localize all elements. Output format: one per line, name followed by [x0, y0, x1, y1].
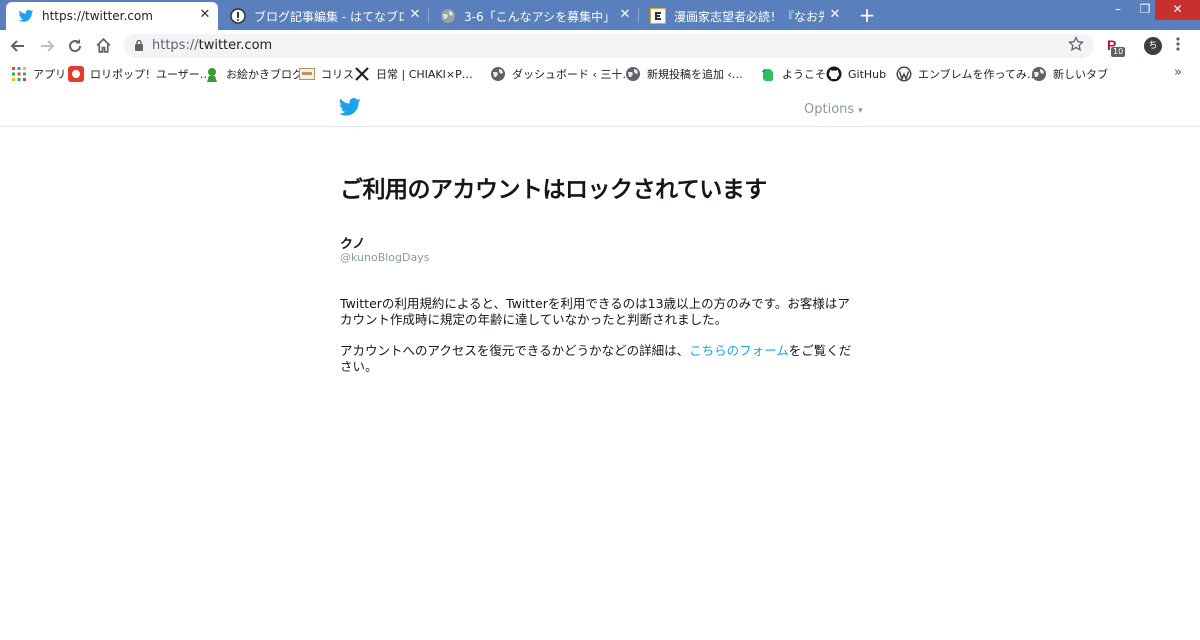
bookmark-label: ようこそ — [782, 68, 826, 81]
hatena-blog-icon — [230, 8, 246, 24]
crossed-tools-icon — [355, 67, 369, 81]
account-display-name: クノ — [340, 237, 366, 252]
tab-hatena-blog[interactable]: ブログ記事編集 - はてなブログ ✕ — [218, 2, 428, 30]
options-label: Options — [804, 102, 855, 117]
bookmark-new-tab[interactable]: 新しいタブ — [1031, 66, 1108, 82]
home-icon[interactable] — [95, 37, 112, 54]
globe-icon — [1032, 67, 1046, 81]
bookmark-github[interactable]: GitHub — [826, 66, 886, 82]
bookmark-label: 新規投稿を追加 ‹… — [647, 68, 743, 81]
twitter-bird-icon — [18, 9, 34, 22]
recovery-text-before: アカウントへのアクセスを復元できるかどうかなどの詳細は、 — [340, 343, 690, 358]
bookmarks-overflow-button[interactable]: » — [1174, 65, 1182, 80]
caret-down-icon: ▾ — [858, 106, 863, 116]
forward-arrow-icon[interactable] — [39, 38, 55, 54]
e-letter-icon — [650, 8, 666, 24]
tab-manga-article[interactable]: 漫画家志望者必読！『なお先生は ✕ — [638, 2, 848, 30]
tab-close-icon[interactable]: ✕ — [408, 8, 422, 22]
tab-close-icon[interactable]: ✕ — [618, 8, 632, 22]
pinterest-extension-button[interactable]: P 10 — [1104, 36, 1126, 58]
apps-grid-icon — [12, 67, 26, 81]
reload-icon[interactable] — [67, 38, 83, 54]
bookmark-oekaki-blog[interactable]: お絵かきブログ — [204, 66, 303, 82]
url-scheme: https:// — [152, 38, 199, 53]
bookmark-evernote[interactable]: ようこそ — [760, 66, 826, 82]
bookmark-label: コリス — [321, 68, 354, 81]
explanation-paragraph: Twitterの利用規約によると、Twitterを利用できるのは13歳以上の方の… — [340, 296, 850, 327]
tab-close-icon[interactable]: ✕ — [198, 8, 212, 22]
extension-badge: 10 — [1111, 47, 1126, 57]
more-menu-icon[interactable] — [1175, 35, 1181, 53]
bookmark-apps[interactable]: アプリ — [11, 66, 66, 82]
page-title: ご利用のアカウントはロックされています — [340, 177, 767, 203]
github-icon — [826, 66, 842, 82]
tab-ashinari[interactable]: 3-6「こんなアシを募集中」あしなり ✕ — [428, 2, 638, 30]
bookmark-label: ロリポップ！ユーザー… — [90, 68, 211, 81]
page-header — [0, 90, 1200, 127]
bookmark-label: GitHub — [848, 67, 887, 81]
bookmark-new-post[interactable]: 新規投稿を追加 ‹… — [625, 66, 743, 82]
bookmark-label: お絵かきブログ — [226, 68, 303, 81]
bookmark-emblem[interactable]: エンブレムを作ってみ… — [896, 66, 1038, 82]
tab-twitter[interactable]: https://twitter.com ✕ — [6, 2, 218, 30]
bookmark-label: エンブレムを作ってみ… — [918, 68, 1038, 81]
account-handle: @kunoBlogDays — [340, 251, 430, 264]
wordpress-icon — [896, 66, 912, 82]
twitter-bird-icon[interactable] — [339, 98, 361, 116]
bookmark-label: 新しいタブ — [1053, 68, 1108, 81]
tab-title: 漫画家志望者必読！『なお先生は — [674, 9, 824, 24]
minimize-button[interactable]: – — [1103, 0, 1133, 20]
tab-title: 3-6「こんなアシを募集中」あしなり — [464, 9, 614, 24]
recovery-form-link[interactable]: こちらのフォーム — [689, 343, 789, 358]
bookmark-star-icon[interactable] — [1068, 36, 1084, 52]
recovery-paragraph: アカウントへのアクセスを復元できるかどうかなどの詳細は、こちらのフォームをご覧く… — [340, 343, 860, 375]
window-close-button[interactable]: ✕ — [1155, 0, 1200, 20]
tab-close-icon[interactable]: ✕ — [828, 8, 842, 22]
bookmark-coliss[interactable]: コリス — [299, 66, 354, 82]
tab-title: ブログ記事編集 - はてなブログ — [254, 9, 404, 24]
globe-icon — [626, 67, 640, 81]
bookmark-lolipop[interactable]: ロリポップ！ユーザー… — [68, 66, 211, 82]
url-host: twitter.com — [198, 38, 273, 53]
globe-icon — [441, 9, 455, 23]
bookmark-dashboard[interactable]: ダッシュボード ‹ 三十… — [490, 66, 633, 82]
bookmark-label: ダッシュボード ‹ 三十… — [512, 68, 634, 81]
profile-avatar[interactable]: ち — [1144, 37, 1162, 55]
options-dropdown[interactable]: Options ▾ — [804, 102, 863, 117]
url-text[interactable]: https://twitter.com — [152, 38, 272, 53]
lolipop-icon — [68, 66, 84, 82]
bookmark-chiaki[interactable]: 日常 | CHIAKI×P… — [354, 66, 473, 82]
tab-title: https://twitter.com — [42, 9, 153, 23]
bookmark-label: 日常 | CHIAKI×P… — [376, 68, 473, 81]
green-character-icon — [207, 68, 217, 82]
evernote-icon — [762, 69, 773, 81]
bookmark-label: アプリ — [33, 68, 66, 81]
new-tab-button[interactable]: + — [856, 4, 878, 26]
globe-icon — [491, 67, 505, 81]
back-arrow-icon[interactable] — [10, 38, 26, 54]
lock-icon — [135, 39, 143, 51]
coliss-icon — [299, 68, 315, 80]
